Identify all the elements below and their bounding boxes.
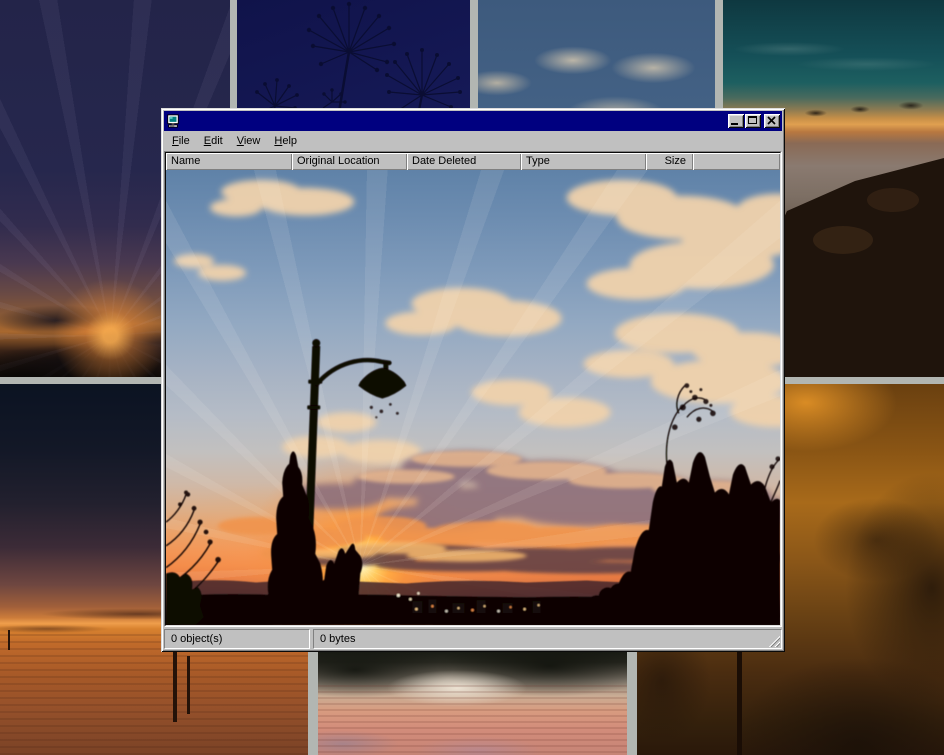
- status-objects-count: 0 object(s): [164, 629, 310, 649]
- column-header-filler[interactable]: [693, 153, 780, 170]
- resize-grip-icon[interactable]: [768, 635, 780, 647]
- lamp-post: [305, 339, 406, 532]
- maximize-icon: [748, 116, 757, 124]
- water-pole: [173, 648, 177, 722]
- water-ripples: [318, 681, 627, 755]
- close-icon: [767, 116, 776, 125]
- status-size: 0 bytes: [313, 629, 782, 649]
- maximize-button[interactable]: [745, 114, 761, 128]
- status-bar: 0 object(s) 0 bytes: [164, 629, 782, 649]
- right-trees: [613, 452, 780, 625]
- list-view[interactable]: Name Original Location Date Deleted Type…: [164, 151, 782, 627]
- recycle-bin-window: File Edit View Help Name Original Locati…: [161, 108, 785, 652]
- column-header-date-deleted[interactable]: Date Deleted: [407, 153, 521, 170]
- cypress-tree: [262, 451, 328, 625]
- status-size-text: 0 bytes: [320, 633, 355, 645]
- column-header-size[interactable]: Size: [646, 153, 693, 170]
- menu-item-view[interactable]: View: [230, 133, 268, 149]
- screen: { "window": { "title": "", "menu": ["Fil…: [0, 0, 944, 755]
- column-headers: Name Original Location Date Deleted Type…: [166, 153, 780, 170]
- menu-item-edit[interactable]: Edit: [197, 133, 230, 149]
- minimize-button[interactable]: [728, 114, 744, 128]
- menu-item-help[interactable]: Help: [267, 133, 304, 149]
- computer-icon[interactable]: [166, 114, 180, 128]
- menu-item-file[interactable]: File: [165, 133, 197, 149]
- menu-bar: File Edit View Help: [164, 131, 782, 151]
- water-pole: [8, 630, 10, 650]
- column-header-original-location[interactable]: Original Location: [292, 153, 407, 170]
- minimize-icon: [731, 123, 738, 125]
- photo-silhouettes: [166, 170, 780, 625]
- list-view-background-photo: [166, 170, 780, 625]
- column-header-type[interactable]: Type: [521, 153, 646, 170]
- title-bar[interactable]: [164, 111, 782, 131]
- water-pole: [187, 656, 190, 714]
- column-header-name[interactable]: Name: [166, 153, 292, 170]
- close-button[interactable]: [764, 114, 780, 128]
